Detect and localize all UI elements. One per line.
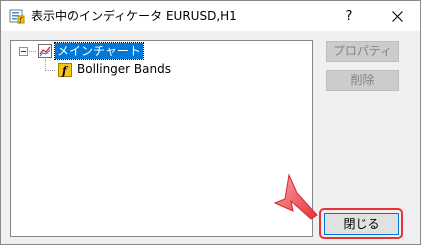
tree-node-label[interactable]: Bollinger Bands <box>75 61 173 77</box>
title-bar[interactable]: f 表示中のインディケータ EURUSD,H1 ? <box>1 1 420 31</box>
close-icon <box>391 10 403 22</box>
close-window-button[interactable] <box>374 1 420 31</box>
tree-node-main-chart[interactable]: メインチャート <box>11 42 311 60</box>
chart-icon <box>38 44 52 58</box>
function-icon: f <box>58 63 72 77</box>
close-button[interactable]: 閉じる <box>324 213 399 235</box>
tree-connector <box>29 51 36 52</box>
indicators-dialog: f 表示中のインディケータ EURUSD,H1 ? メインチャート f Boll… <box>0 0 421 245</box>
pointer-arrow-icon <box>273 173 318 220</box>
properties-button[interactable]: プロパティ <box>326 41 399 62</box>
collapse-toggle[interactable] <box>19 47 28 56</box>
tree-node-bollinger-bands[interactable]: f Bollinger Bands <box>11 60 311 78</box>
window-title: 表示中のインディケータ EURUSD,H1 <box>31 9 237 23</box>
delete-button[interactable]: 削除 <box>326 70 399 91</box>
help-button[interactable]: ? <box>326 1 372 31</box>
tree-connector <box>45 70 55 71</box>
indicator-tree[interactable]: メインチャート f Bollinger Bands <box>10 40 313 237</box>
tree-node-label[interactable]: メインチャート <box>54 42 144 60</box>
indicators-list-icon: f <box>9 9 25 24</box>
